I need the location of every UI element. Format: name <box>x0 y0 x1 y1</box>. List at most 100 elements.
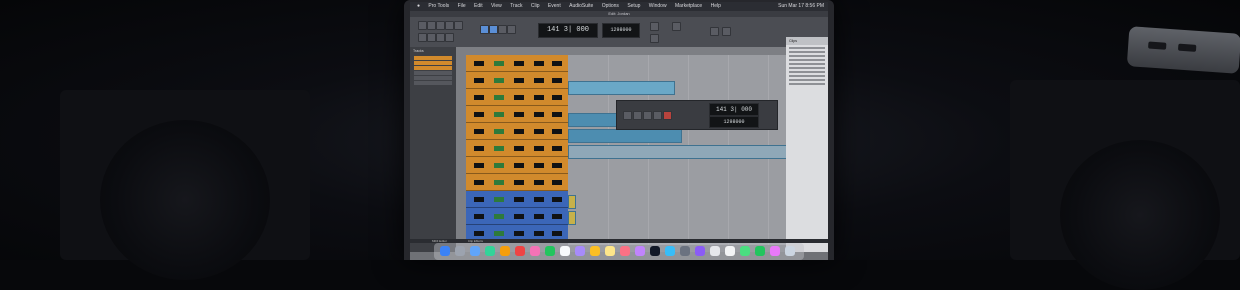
track-control[interactable] <box>514 61 524 66</box>
track-control[interactable] <box>474 61 484 66</box>
dock-reminders-icon[interactable] <box>590 246 600 256</box>
track-control[interactable] <box>494 163 504 168</box>
menu-event[interactable]: Event <box>548 3 561 9</box>
track-control[interactable] <box>552 95 562 100</box>
track-control[interactable] <box>494 112 504 117</box>
spot-mode-button[interactable] <box>436 33 445 42</box>
clip-list-row[interactable] <box>789 55 825 57</box>
dock-music-icon[interactable] <box>620 246 630 256</box>
track-control[interactable] <box>514 129 524 134</box>
track-control[interactable] <box>534 214 544 219</box>
floating-main-counter[interactable]: 141 3| 000 <box>709 103 759 116</box>
sub-counter[interactable]: 1298000 <box>602 23 640 38</box>
track-control[interactable] <box>534 78 544 83</box>
dock-podcasts-icon[interactable] <box>635 246 645 256</box>
menu-clip[interactable]: Clip <box>531 3 540 9</box>
audio-clip[interactable] <box>568 81 675 95</box>
track-control[interactable] <box>534 129 544 134</box>
dock-photos-icon[interactable] <box>530 246 540 256</box>
track-header[interactable] <box>466 157 568 174</box>
track-header[interactable] <box>466 123 568 140</box>
track-control[interactable] <box>552 146 562 151</box>
track-control[interactable] <box>474 146 484 151</box>
track-control[interactable] <box>552 78 562 83</box>
track-header[interactable] <box>466 174 568 191</box>
dock-ableton-live-icon[interactable] <box>725 246 735 256</box>
track-control[interactable] <box>514 163 524 168</box>
track-control[interactable] <box>494 197 504 202</box>
menu-app-name[interactable]: Pro Tools <box>428 3 449 9</box>
menu-view[interactable]: View <box>491 3 502 9</box>
menu-edit[interactable]: Edit <box>474 3 483 9</box>
track-header[interactable] <box>466 106 568 123</box>
menu-audiosuite[interactable]: AudioSuite <box>569 3 593 9</box>
track-control[interactable] <box>534 61 544 66</box>
tool-button[interactable] <box>507 25 516 34</box>
track-control[interactable] <box>494 214 504 219</box>
clip-list-row[interactable] <box>789 67 825 69</box>
track-control[interactable] <box>474 214 484 219</box>
grabber-tool-button[interactable] <box>445 21 454 30</box>
track-control[interactable] <box>514 214 524 219</box>
track-control[interactable] <box>474 163 484 168</box>
track-control[interactable] <box>494 95 504 100</box>
stop-button[interactable] <box>643 111 652 120</box>
track-list-row[interactable] <box>414 76 452 80</box>
dock-tv-icon[interactable] <box>650 246 660 256</box>
dock-finder-icon[interactable] <box>440 246 450 256</box>
track-control[interactable] <box>534 146 544 151</box>
track-control[interactable] <box>494 61 504 66</box>
track-header[interactable] <box>466 89 568 106</box>
menu-help[interactable]: Help <box>711 3 721 9</box>
track-header[interactable] <box>466 191 568 208</box>
track-control[interactable] <box>552 197 562 202</box>
track-list-row[interactable] <box>414 66 452 70</box>
track-control[interactable] <box>534 231 544 236</box>
clip-list-row[interactable] <box>789 59 825 61</box>
dock-mail-icon[interactable] <box>500 246 510 256</box>
dock-app-store-icon[interactable] <box>665 246 675 256</box>
dock-notes-icon[interactable] <box>605 246 615 256</box>
track-control[interactable] <box>552 61 562 66</box>
grid-mode-button[interactable] <box>445 33 454 42</box>
track-control[interactable] <box>474 95 484 100</box>
track-control[interactable] <box>474 231 484 236</box>
track-control[interactable] <box>514 146 524 151</box>
clip-list-row[interactable] <box>789 79 825 81</box>
dock-calendar-icon[interactable] <box>560 246 570 256</box>
track-control[interactable] <box>514 180 524 185</box>
slip-mode-button[interactable] <box>427 33 436 42</box>
mute-button[interactable] <box>722 27 731 36</box>
floating-sample-counter[interactable]: 1298000 <box>709 116 759 128</box>
selector-tool-button[interactable] <box>436 21 445 30</box>
dock-chrome-icon[interactable] <box>740 246 750 256</box>
tool-active-button[interactable] <box>480 25 489 34</box>
track-list-row[interactable] <box>414 61 452 65</box>
dock-trash-icon[interactable] <box>785 246 795 256</box>
dock-maps-icon[interactable] <box>515 246 525 256</box>
menu-options[interactable]: Options <box>602 3 619 9</box>
grid-value-button[interactable] <box>650 22 659 31</box>
audio-clip[interactable] <box>568 145 788 159</box>
tool-button[interactable] <box>498 25 507 34</box>
clip-list-row[interactable] <box>789 83 825 85</box>
dock-safari-icon[interactable] <box>470 246 480 256</box>
dock-contacts-icon[interactable] <box>575 246 585 256</box>
track-control[interactable] <box>494 129 504 134</box>
track-header[interactable] <box>466 140 568 157</box>
smart-tool-button[interactable] <box>454 21 463 30</box>
track-control[interactable] <box>552 214 562 219</box>
track-control[interactable] <box>534 180 544 185</box>
dock-spotify-icon[interactable] <box>755 246 765 256</box>
track-control[interactable] <box>552 163 562 168</box>
play-button[interactable] <box>653 111 662 120</box>
audio-clip[interactable] <box>568 129 682 143</box>
menu-window[interactable]: Window <box>649 3 667 9</box>
track-control[interactable] <box>474 197 484 202</box>
apple-icon[interactable]: ● <box>417 3 420 9</box>
fast-forward-button[interactable] <box>633 111 642 120</box>
record-button[interactable] <box>663 111 672 120</box>
dock-settings-icon[interactable] <box>680 246 690 256</box>
rewind-button[interactable] <box>623 111 632 120</box>
dock-pro-tools-icon[interactable] <box>695 246 705 256</box>
